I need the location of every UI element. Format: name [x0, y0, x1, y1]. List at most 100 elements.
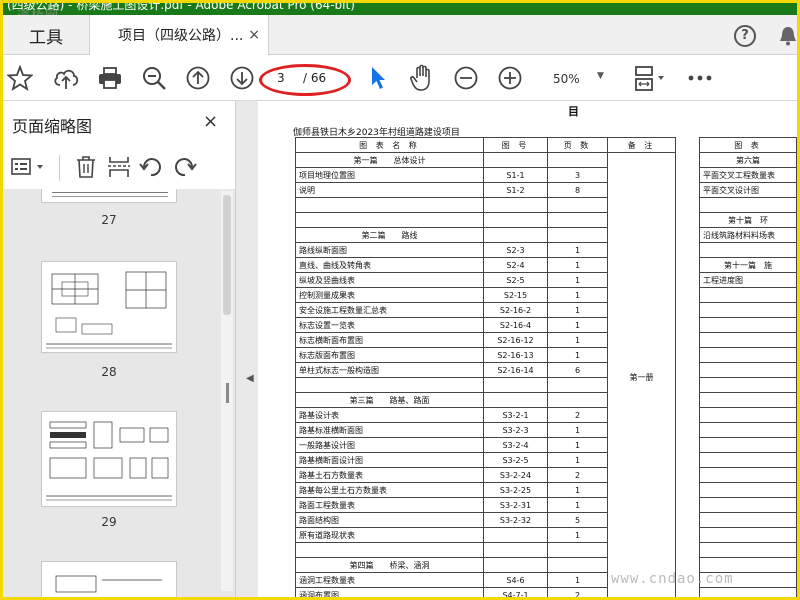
cell-pages: 2 — [547, 587, 608, 597]
hand-tool-icon[interactable] — [407, 63, 437, 93]
page-fit-icon[interactable] — [629, 63, 669, 93]
table-row — [699, 422, 797, 438]
cell-code: S3-2-25 — [483, 482, 548, 498]
tab-document[interactable]: 项目（四级公路）... × — [89, 15, 269, 55]
cell-name: 平面交叉设计图 — [699, 182, 797, 198]
table-row: 工程进度图 — [699, 272, 797, 288]
cell-name — [699, 512, 797, 528]
cell-pages: 1 — [547, 347, 608, 363]
cell-name: 第十一篇 施 — [699, 257, 797, 273]
cell-pages — [547, 557, 608, 573]
help-icon[interactable]: ? — [734, 25, 756, 47]
extract-page-icon[interactable] — [107, 155, 131, 183]
thumbnail-page-28[interactable] — [41, 261, 177, 353]
cell-code: S2-16-12 — [483, 332, 548, 348]
cell-name: 说明 — [295, 182, 484, 198]
tab-close-icon[interactable]: × — [248, 27, 260, 43]
section-row: 第一篇 总体设计 第一册 — [295, 152, 696, 597]
cell-pages: 5 — [547, 512, 608, 528]
chevron-down-icon: ▼ — [597, 71, 604, 81]
upload-cloud-icon[interactable] — [51, 63, 81, 93]
window-title: (四级公路) - 桥梁施工图设计.pdf - Adobe Acrobat Pro… — [7, 3, 355, 12]
cell-code: S3-2-32 — [483, 512, 548, 528]
rotate-counterclockwise-icon[interactable] — [139, 155, 163, 183]
cell-name — [295, 212, 484, 228]
cell-code — [483, 542, 548, 558]
cell-code: S1-1 — [483, 167, 548, 183]
table-row — [699, 287, 797, 303]
collapse-panel-arrow-icon[interactable]: ◀ — [246, 373, 254, 384]
toolbar-divider — [59, 155, 60, 181]
thumbnail-page-30[interactable] — [41, 561, 177, 597]
cell-name: 一般路基设计图 — [295, 437, 484, 453]
panel-close-icon[interactable]: × — [203, 111, 218, 132]
cell-pages — [547, 377, 608, 393]
cell-name — [699, 317, 797, 333]
col-header-note: 备 注 — [607, 137, 676, 153]
cell-code: S1-2 — [483, 182, 548, 198]
cell-code: S3-2-5 — [483, 452, 548, 468]
cell-code: S4-7-1 — [483, 587, 548, 597]
col-header-code: 图 号 — [483, 137, 548, 153]
cell-name: 标志版面布置图 — [295, 347, 484, 363]
cell-name — [699, 197, 797, 213]
cell-pages: 1 — [547, 482, 608, 498]
cell-pages: 1 — [547, 332, 608, 348]
cell-pages: 1 — [547, 287, 608, 303]
cell-pages: 1 — [547, 272, 608, 288]
table-row — [699, 512, 797, 528]
zoom-out-search-icon[interactable] — [139, 63, 169, 93]
cell-name — [699, 287, 797, 303]
zoom-in-icon[interactable] — [495, 63, 525, 93]
cell-name: 直线、曲线及转角表 — [295, 257, 484, 273]
panel-splitter[interactable] — [236, 101, 258, 597]
table-row — [699, 482, 797, 498]
window-title-bar: (四级公路) - 桥梁施工图设计.pdf - Adobe Acrobat Pro… — [3, 3, 797, 15]
panel-scroll-thumb[interactable] — [223, 195, 231, 315]
cell-code — [483, 152, 548, 168]
thumbnail-page-27[interactable] — [41, 189, 177, 203]
cell-pages — [547, 197, 608, 213]
cell-name: 涵洞工程数量表 — [295, 572, 484, 588]
thumbnail-page-29[interactable] — [41, 411, 177, 507]
zoom-out-icon[interactable] — [451, 63, 481, 93]
rotate-clockwise-icon[interactable] — [173, 155, 197, 183]
cell-pages — [547, 392, 608, 408]
print-icon[interactable] — [95, 63, 125, 93]
cell-name — [699, 452, 797, 468]
col-header-name: 图 表 名 称 — [295, 137, 484, 153]
cell-code: S2-15 — [483, 287, 548, 303]
table-row — [699, 377, 797, 393]
tab-tools[interactable]: 工具 — [3, 15, 89, 55]
cell-name: 第二篇 路线 — [295, 227, 484, 243]
cell-name: 工程进度图 — [699, 272, 797, 288]
thumbnail-options-icon[interactable] — [11, 157, 47, 181]
drawing-index-table-right: 图 表 第六篇 平面交叉工程数量表 平面交叉设计图 第十篇 环沿线筑路材料料场表 第十一… — [699, 137, 797, 597]
cell-name — [295, 377, 484, 393]
next-page-icon[interactable] — [227, 63, 257, 93]
notification-bell-icon[interactable] — [778, 25, 797, 51]
cell-name: 标志横断面布置图 — [295, 332, 484, 348]
table-row — [699, 407, 797, 423]
table-row: 平面交叉设计图 — [699, 182, 797, 198]
table-row — [699, 302, 797, 318]
cell-name — [699, 332, 797, 348]
zoom-level-dropdown[interactable]: 50% ▼ — [541, 67, 611, 91]
cell-code: S2-3 — [483, 242, 548, 258]
bookmark-star-icon[interactable] — [5, 63, 35, 93]
cell-pages: 1 — [547, 572, 608, 588]
more-options-icon[interactable] — [685, 63, 715, 93]
table-gap — [676, 138, 696, 153]
cell-code: S2-16-14 — [483, 362, 548, 378]
delete-page-icon[interactable] — [75, 155, 97, 183]
document-view[interactable]: 目 伽师县铁日木乡2023年村组道路建设项目 图 表 名 称 图 号 页 数 备… — [258, 101, 797, 597]
cell-pages: 1 — [547, 497, 608, 513]
select-arrow-icon[interactable] — [363, 63, 393, 93]
cell-pages: 1 — [547, 317, 608, 333]
col-header-name-right: 图 表 — [699, 137, 797, 153]
cell-name: 路基土石方数量表 — [295, 467, 484, 483]
cell-pages — [547, 542, 608, 558]
splitter-grip[interactable] — [226, 383, 229, 403]
previous-page-icon[interactable] — [183, 63, 213, 93]
table-header-row: 图 表 — [699, 137, 797, 153]
